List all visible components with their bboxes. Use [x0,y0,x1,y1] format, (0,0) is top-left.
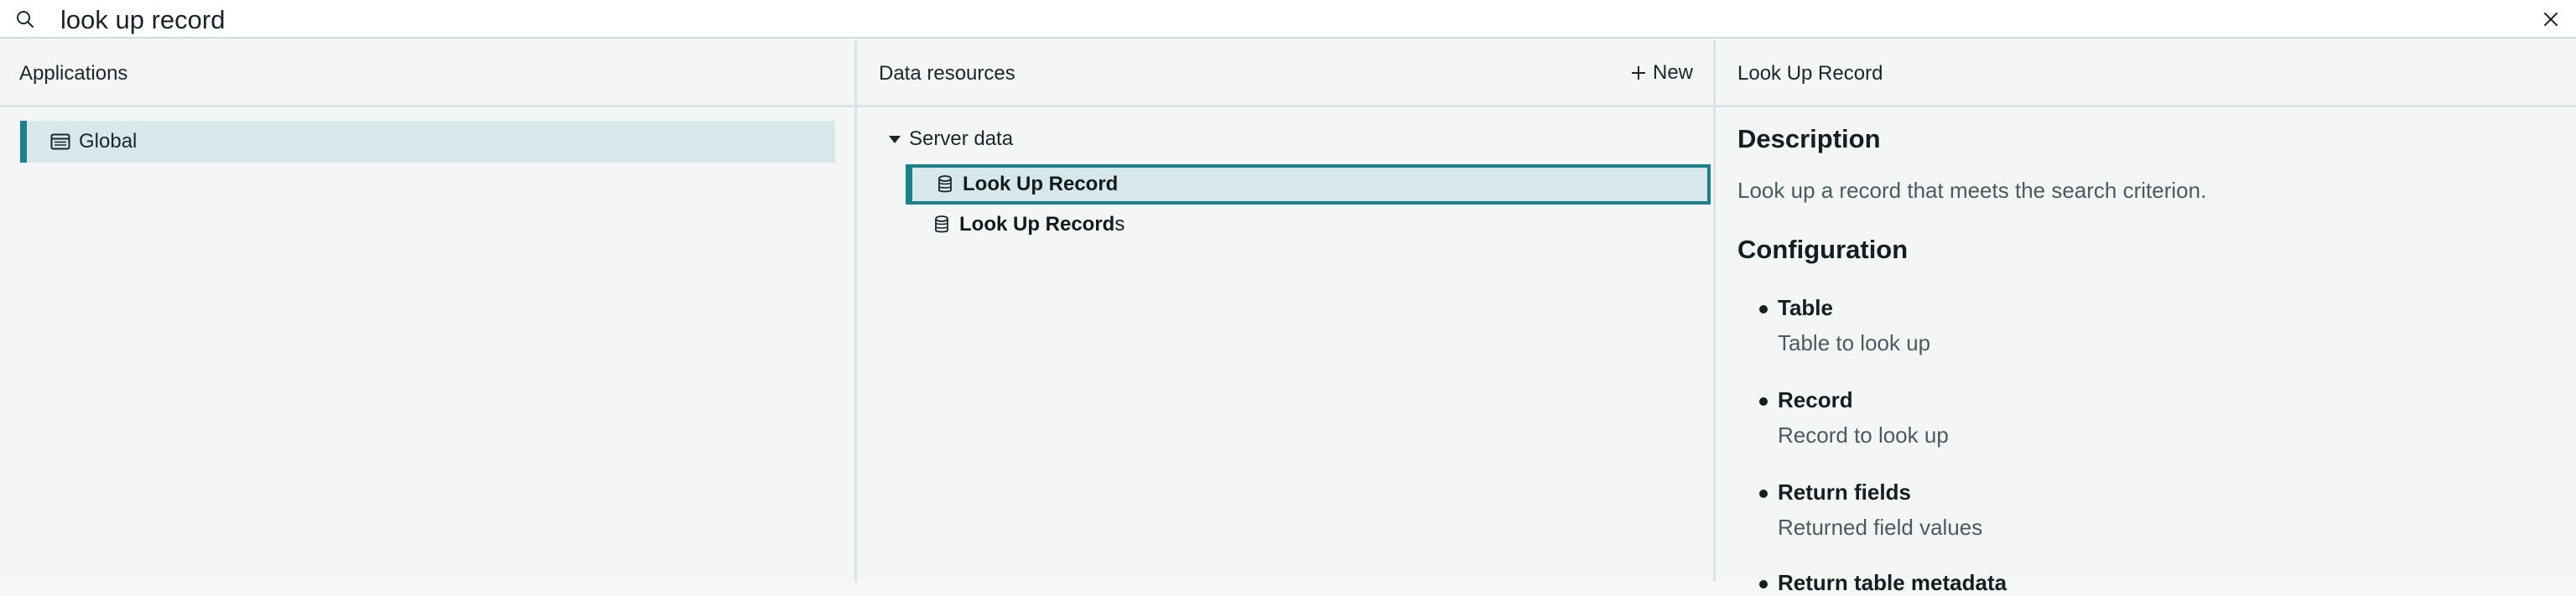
database-icon [935,215,948,233]
config-field-desc: Returned field values [1778,515,1983,540]
application-item-global[interactable]: Global [20,121,835,163]
configuration-heading: Configuration [1737,235,1909,264]
tree-item-label-bold: Look Up Record [959,213,1115,236]
tree-item-label: Look Up Records [959,213,1124,236]
applications-panel: Applications Global [0,40,857,582]
caret-down-icon [889,136,901,143]
tree-item-label-bold: Look Up Record [963,173,1119,195]
tree-group-server-data[interactable]: Server data [887,127,1013,151]
database-icon [938,175,952,193]
config-field-name: Table [1778,295,1833,320]
config-field-desc: Record to look up [1778,422,1949,448]
tree-item-label-suffix: s [1114,213,1125,236]
tree-item-look-up-record[interactable]: Look Up Record [906,164,1711,205]
description-text: Look up a record that meets the search c… [1737,178,2207,203]
search-bar[interactable]: look up record [0,0,2576,39]
plus-icon [1631,66,1645,80]
config-field-name: Record [1778,387,1853,412]
config-field-name: Return fields [1778,479,1911,505]
bullet [1759,490,1768,498]
details-panel: Look Up Record Description Look up a rec… [1716,40,2576,595]
data-resources-title: Data resources [879,62,1015,85]
config-field-desc: Table to look up [1778,330,1931,355]
application-item-label: Global [79,130,138,153]
bullet [1759,305,1768,314]
applications-title: Applications [19,62,128,85]
data-resources-header: Data resources New [857,40,1713,107]
search-input[interactable]: look up record [60,3,225,37]
tree-group-label: Server data [909,127,1014,150]
new-button-label: New [1652,61,1693,84]
new-button[interactable]: New [1631,59,1693,87]
description-heading: Description [1737,124,1881,153]
close-icon[interactable] [2541,9,2561,29]
data-resources-panel: Data resources New Server data Look Up R… [857,40,1716,582]
tree-item-label: Look Up Record [963,173,1118,196]
tree-item-look-up-records[interactable]: Look Up Records [906,205,1711,245]
search-icon [17,11,34,28]
details-header: Look Up Record [1716,40,2576,107]
config-field-name: Return table metadata [1778,570,2007,595]
bullet [1759,397,1768,406]
applications-header: Applications [0,40,854,107]
details-title: Look Up Record [1737,62,1883,85]
app-window-icon [50,133,70,150]
